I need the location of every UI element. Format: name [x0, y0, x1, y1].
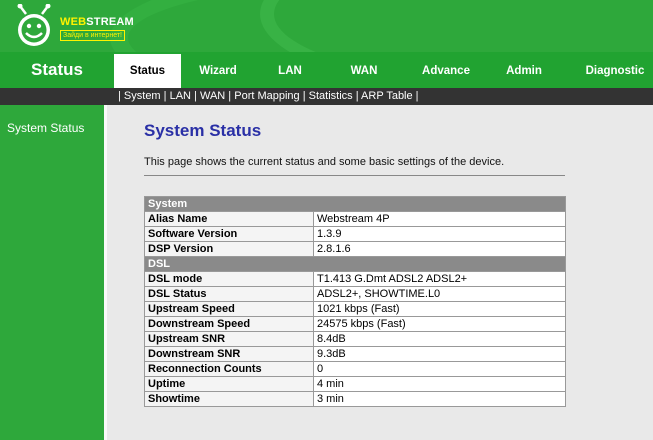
row-value: 0 — [313, 361, 566, 377]
tab-diagnostic[interactable]: Diagnostic — [578, 52, 652, 88]
table-row: Reconnection Counts 0 — [144, 361, 566, 377]
table-row: Alias Name Webstream 4P — [144, 211, 566, 227]
divider — [144, 175, 565, 176]
row-value: ADSL2+, SHOWTIME.L0 — [313, 286, 566, 302]
row-value: T1.413 G.Dmt ADSL2 ADSL2+ — [313, 271, 566, 287]
row-value: 4 min — [313, 376, 566, 392]
row-label: Showtime — [144, 391, 314, 407]
tab-lan[interactable]: LAN — [262, 52, 318, 88]
row-label: Downstream SNR — [144, 346, 314, 362]
sub-nav-links: | System | LAN | WAN | Port Mapping | St… — [118, 90, 419, 102]
tab-wan[interactable]: WAN — [336, 52, 392, 88]
tab-status[interactable]: Status — [114, 54, 181, 88]
row-value: 8.4dB — [313, 331, 566, 347]
status-table: System Alias Name Webstream 4P Software … — [144, 196, 566, 407]
page-title: System Status — [144, 121, 262, 140]
row-label: DSL Status — [144, 286, 314, 302]
row-label: Upstream SNR — [144, 331, 314, 347]
row-label: DSP Version — [144, 241, 314, 257]
tab-wizard[interactable]: Wizard — [184, 52, 252, 88]
table-row: Downstream Speed 24575 kbps (Fast) — [144, 316, 566, 332]
row-label: DSL mode — [144, 271, 314, 287]
subnav-link-wan[interactable]: WAN — [200, 90, 225, 102]
subnav-link-lan[interactable]: LAN — [170, 90, 191, 102]
brand-name-part1: WEB — [60, 16, 87, 28]
table-row: DSP Version 2.8.1.6 — [144, 241, 566, 257]
main-content: System Status This page shows the curren… — [107, 105, 653, 440]
row-value: 1.3.9 — [313, 226, 566, 242]
table-row: Showtime 3 min — [144, 391, 566, 407]
table-row: DSL Status ADSL2+, SHOWTIME.L0 — [144, 286, 566, 302]
row-label: Reconnection Counts — [144, 361, 314, 377]
row-value: 3 min — [313, 391, 566, 407]
row-label: Downstream Speed — [144, 316, 314, 332]
row-label: Software Version — [144, 226, 314, 242]
tab-admin[interactable]: Admin — [496, 52, 552, 88]
header-banner: WEBSTREAM Зайди в интернет! — [0, 0, 653, 52]
row-label: Uptime — [144, 376, 314, 392]
main-nav: Status Status Wizard LAN WAN Advance Adm… — [0, 52, 653, 88]
decorative-swoosh — [260, 0, 653, 52]
row-value: 2.8.1.6 — [313, 241, 566, 257]
section-title: System — [144, 196, 566, 212]
sidebar: System Status — [0, 105, 104, 440]
brand-tagline: Зайди в интернет! — [60, 30, 126, 41]
table-row: DSL mode T1.413 G.Dmt ADSL2 ADSL2+ — [144, 271, 566, 287]
subnav-link-system[interactable]: System — [124, 90, 161, 102]
row-label: Alias Name — [144, 211, 314, 227]
row-label: Upstream Speed — [144, 301, 314, 317]
table-row: Uptime 4 min — [144, 376, 566, 392]
row-value: Webstream 4P — [313, 211, 566, 227]
section-header-dsl: DSL — [144, 256, 566, 272]
row-value: 9.3dB — [313, 346, 566, 362]
sidebar-item-system-status[interactable]: System Status — [7, 121, 84, 135]
brand-name-part2: STREAM — [86, 16, 134, 28]
brand-name: WEBSTREAM — [60, 16, 134, 28]
table-row: Upstream SNR 8.4dB — [144, 331, 566, 347]
subnav-link-statistics[interactable]: Statistics — [309, 90, 353, 102]
row-value: 1021 kbps (Fast) — [313, 301, 566, 317]
table-row: Upstream Speed 1021 kbps (Fast) — [144, 301, 566, 317]
subnav-link-port-mapping[interactable]: Port Mapping — [234, 90, 299, 102]
section-title: DSL — [144, 256, 566, 272]
section-header-system: System — [144, 196, 566, 212]
table-row: Software Version 1.3.9 — [144, 226, 566, 242]
sub-nav: | System | LAN | WAN | Port Mapping | St… — [0, 88, 653, 105]
table-row: Downstream SNR 9.3dB — [144, 346, 566, 362]
smiley-logo-icon — [17, 4, 51, 46]
page-description: This page shows the current status and s… — [144, 156, 505, 168]
row-value: 24575 kbps (Fast) — [313, 316, 566, 332]
section-title: Status — [31, 60, 83, 79]
subnav-link-arp-table[interactable]: ARP Table — [361, 90, 413, 102]
tab-advance[interactable]: Advance — [414, 52, 478, 88]
